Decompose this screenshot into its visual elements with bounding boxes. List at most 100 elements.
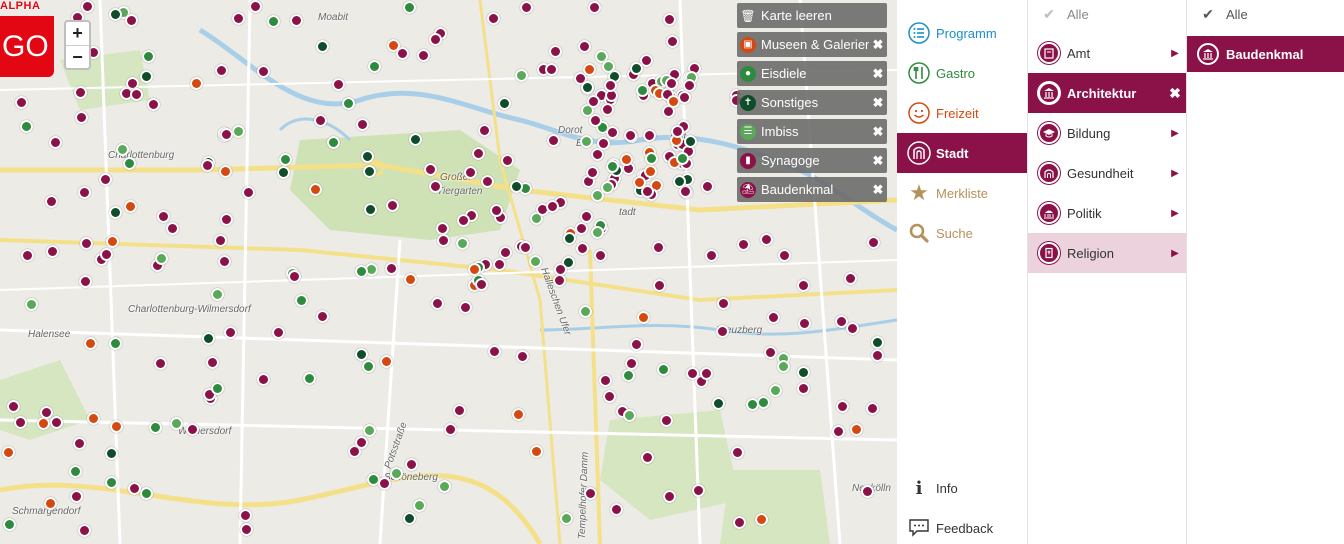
map-marker[interactable]	[546, 200, 559, 213]
map-marker[interactable]	[190, 77, 203, 90]
map-marker[interactable]	[332, 78, 345, 91]
menu-item-programm[interactable]: Programm	[897, 13, 1027, 53]
map-marker[interactable]	[733, 516, 746, 529]
map-marker[interactable]	[272, 326, 285, 339]
map-marker[interactable]	[267, 15, 280, 28]
map-marker[interactable]	[106, 235, 119, 248]
map-marker[interactable]	[364, 203, 377, 216]
map-marker[interactable]	[87, 412, 100, 425]
map-marker[interactable]	[871, 349, 884, 362]
map-marker[interactable]	[529, 255, 542, 268]
map-marker[interactable]	[472, 147, 485, 160]
map-marker[interactable]	[676, 152, 689, 165]
map-marker[interactable]	[49, 136, 62, 149]
map-marker[interactable]	[7, 400, 20, 413]
map-marker[interactable]	[444, 423, 457, 436]
map-marker[interactable]	[438, 480, 451, 493]
map-marker[interactable]	[601, 181, 614, 194]
menu-item-suche[interactable]: Suche	[897, 213, 1027, 253]
map-marker[interactable]	[797, 279, 810, 292]
map-marker[interactable]	[123, 157, 136, 170]
map-marker[interactable]	[368, 60, 381, 73]
map-marker[interactable]	[355, 265, 368, 278]
close-icon[interactable]: ✖	[869, 124, 887, 140]
map-marker[interactable]	[622, 369, 635, 382]
map-marker[interactable]	[220, 128, 233, 141]
map-marker[interactable]	[560, 512, 573, 525]
map[interactable]: Moabit Charlottenburg Großer Tiergarten …	[0, 0, 897, 544]
map-marker[interactable]	[798, 317, 811, 330]
map-marker[interactable]	[201, 159, 214, 172]
close-icon[interactable]: ✖	[869, 153, 887, 169]
map-marker[interactable]	[429, 33, 442, 46]
map-marker[interactable]	[211, 382, 224, 395]
map-marker[interactable]	[105, 476, 118, 489]
map-marker[interactable]	[684, 135, 697, 148]
map-marker[interactable]	[580, 210, 593, 223]
map-marker[interactable]	[128, 482, 141, 495]
map-marker[interactable]	[413, 499, 426, 512]
map-marker[interactable]	[844, 272, 857, 285]
map-marker[interactable]	[84, 337, 97, 350]
menu-item-freizeit[interactable]: Freizeit	[897, 93, 1027, 133]
menu-item-gastro[interactable]: Gastro	[897, 53, 1027, 93]
map-marker[interactable]	[37, 417, 50, 430]
map-marker[interactable]	[660, 414, 673, 427]
map-marker[interactable]	[475, 278, 488, 291]
map-marker[interactable]	[342, 97, 355, 110]
map-marker[interactable]	[403, 1, 416, 14]
submenu-item-religion[interactable]: Religion ▶	[1028, 233, 1186, 273]
map-marker[interactable]	[692, 484, 705, 497]
map-marker[interactable]	[620, 153, 633, 166]
close-icon[interactable]: ✖	[869, 95, 887, 111]
map-marker[interactable]	[767, 311, 780, 324]
map-marker[interactable]	[797, 382, 810, 395]
map-marker[interactable]	[515, 69, 528, 82]
map-marker[interactable]	[601, 103, 614, 116]
map-marker[interactable]	[499, 246, 512, 259]
map-marker[interactable]	[630, 62, 643, 75]
map-marker[interactable]	[170, 417, 183, 430]
map-marker[interactable]	[630, 338, 643, 351]
map-marker[interactable]	[578, 40, 591, 53]
map-marker[interactable]	[717, 297, 730, 310]
map-marker[interactable]	[124, 200, 137, 213]
map-marker[interactable]	[663, 13, 676, 26]
close-icon[interactable]: ✖	[869, 37, 887, 53]
map-marker[interactable]	[147, 98, 160, 111]
map-marker[interactable]	[220, 213, 233, 226]
zoom-in-button[interactable]: +	[66, 22, 89, 45]
map-marker[interactable]	[666, 35, 679, 48]
map-marker[interactable]	[155, 252, 168, 265]
map-marker[interactable]	[481, 175, 494, 188]
map-marker[interactable]	[362, 360, 375, 373]
map-marker[interactable]	[378, 477, 391, 490]
map-marker[interactable]	[75, 111, 88, 124]
clear-map-button[interactable]: 🗑 Karte leeren	[737, 3, 887, 28]
map-marker[interactable]	[832, 425, 845, 438]
map-marker[interactable]	[637, 311, 650, 324]
map-marker[interactable]	[25, 298, 38, 311]
map-marker[interactable]	[493, 258, 506, 271]
map-marker[interactable]	[516, 350, 529, 363]
map-marker[interactable]	[490, 204, 503, 217]
map-marker[interactable]	[116, 143, 129, 156]
map-marker[interactable]	[211, 288, 224, 301]
map-marker[interactable]	[386, 199, 399, 212]
map-marker[interactable]	[554, 263, 567, 276]
map-marker[interactable]	[69, 465, 82, 478]
map-marker[interactable]	[219, 165, 232, 178]
map-marker[interactable]	[409, 133, 422, 146]
zoom-out-button[interactable]: −	[66, 45, 89, 68]
map-marker[interactable]	[591, 226, 604, 239]
map-marker[interactable]	[2, 446, 15, 459]
map-marker[interactable]	[633, 176, 646, 189]
map-marker[interactable]	[355, 436, 368, 449]
map-marker[interactable]	[512, 408, 525, 421]
map-marker[interactable]	[81, 0, 94, 13]
map-marker[interactable]	[652, 241, 665, 254]
map-marker[interactable]	[599, 374, 612, 387]
map-marker[interactable]	[653, 279, 666, 292]
map-marker[interactable]	[186, 423, 199, 436]
map-marker[interactable]	[597, 137, 610, 150]
